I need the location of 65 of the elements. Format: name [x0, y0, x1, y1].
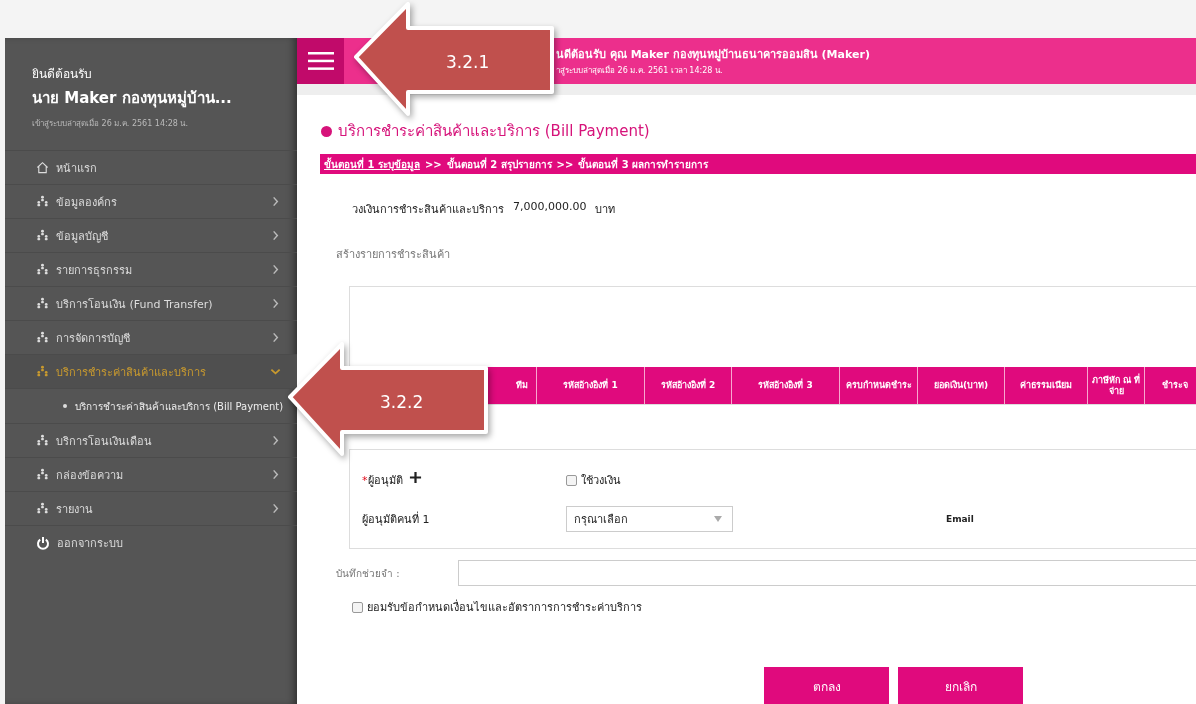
memo-input-field[interactable]: [458, 560, 1196, 586]
power-icon: [36, 535, 50, 550]
callout-label: 3.2.2: [380, 392, 424, 412]
checkbox-label: ใช้วงเงิน: [581, 473, 621, 489]
chevron-down-icon: [270, 366, 281, 377]
table-header-cell: ยอดเงิน(บาท): [917, 367, 1004, 404]
step-separator: >>: [424, 158, 442, 170]
approver-label: ผู้อนุมัติ: [367, 473, 403, 489]
approver-row-label: ผู้อนุมัติคนที่ 1: [362, 510, 431, 528]
checkbox[interactable]: [566, 474, 577, 486]
email-label: Email: [946, 514, 974, 524]
step-separator: >>: [556, 158, 574, 170]
limit-unit: บาท: [595, 202, 616, 218]
people-group-icon: [36, 263, 49, 276]
add-icon[interactable]: [408, 470, 422, 484]
people-group-icon: [36, 195, 49, 208]
home-icon: [36, 161, 49, 174]
people-group-icon: [36, 502, 49, 515]
people-group-icon: [36, 297, 49, 310]
last-login-text: เข้าสู่ระบบล่าสุดเมื่อ 26 ม.ค. 2561 14:28 น.: [32, 117, 189, 130]
menu-item[interactable]: บริการชำระค่าสินค้าและบริการ: [5, 354, 297, 388]
checkbox[interactable]: [352, 601, 363, 613]
menu-item[interactable]: รายงาน: [5, 491, 297, 525]
table-header-cell: ครบกำหนดชำระ: [839, 367, 917, 404]
step-label: ขั้นตอนที่ 2 สรุปรายการ: [446, 156, 552, 172]
table-header-cell: ชำระจ: [1144, 367, 1196, 404]
limit-amount: 7,000,000.00: [513, 200, 587, 215]
step-label: ขั้นตอนที่ 3 ผลการทำรายการ: [578, 156, 709, 172]
checkbox-label: ยอมรับข้อกำหนดเงื่อนไขและอัตราการการชำระค่าบริการ: [367, 598, 642, 616]
menu-icon: [307, 51, 334, 71]
greeting-text: ยินดีต้อนรับ: [32, 66, 93, 83]
table-header-cell: รหัสอ้างอิงที่ 2: [644, 367, 731, 404]
menu-item[interactable]: บริการโอนเงิน (Fund Transfer): [5, 286, 297, 320]
table-header-cell: รหัสอ้างอิงที่ 3: [731, 367, 839, 404]
menu-item[interactable]: ออกจากระบบ: [5, 525, 297, 559]
welcome-text: นดีต้อนรับ คุณ Maker กองทุนหมู่บ้านธนาคารออมสิน (Maker): [556, 47, 870, 63]
people-group-icon: [36, 331, 49, 344]
people-group-icon: [36, 365, 49, 378]
limit-label: วงเงินการชำระสินค้าและบริการ: [352, 202, 504, 218]
menu-item[interactable]: กล่องข้อความ: [5, 457, 297, 491]
action-button[interactable]: ตกลง: [764, 667, 889, 704]
menu-button[interactable]: [297, 38, 344, 84]
menu-item[interactable]: ข้อมูลบัญชี: [5, 218, 297, 252]
table-header-cell: รหัสอ้างอิงที่ 1: [536, 367, 644, 404]
menu-item[interactable]: หน้าแรก: [5, 150, 297, 184]
menu-item[interactable]: รายการธุรกรรม: [5, 252, 297, 286]
people-group-icon: [36, 434, 49, 447]
memo-label: บันทึกช่วยจำ :: [336, 566, 401, 581]
table-header-cell: ภาษีหัก ณ ที่จ่าย: [1087, 367, 1144, 404]
section-label: สร้างรายการชำระสินค้า: [335, 247, 451, 263]
menu-item[interactable]: ข้อมูลองค์กร: [5, 184, 297, 218]
approver-dropdown[interactable]: กรุณาเลือก: [566, 506, 733, 532]
caret-icon: [714, 516, 722, 522]
page-title: บริการชำระค่าสินค้าและบริการ (Bill Payment): [338, 121, 650, 142]
callout-label: 3.2.1: [446, 52, 490, 72]
step-label: ขั้นตอนที่ 1 ระบุข้อมูล: [324, 156, 420, 172]
required-mark: *: [362, 473, 368, 487]
action-button[interactable]: ยกเลิก: [898, 667, 1023, 704]
menu-item[interactable]: บริการโอนเงินเดือน: [5, 423, 297, 457]
table-header-cell: ค่าธรรมเนียม: [1004, 367, 1087, 404]
last-login-text: าสู่ระบบล่าสุดเมื่อ 26 ม.ค. 2561 เวลา 14:28 น.: [556, 64, 724, 77]
people-group-icon: [36, 229, 49, 242]
title-bullet-icon: [321, 125, 332, 137]
user-name: นาย Maker กองทุนหมู่บ้าน...: [32, 88, 233, 110]
people-group-icon: [36, 468, 49, 481]
